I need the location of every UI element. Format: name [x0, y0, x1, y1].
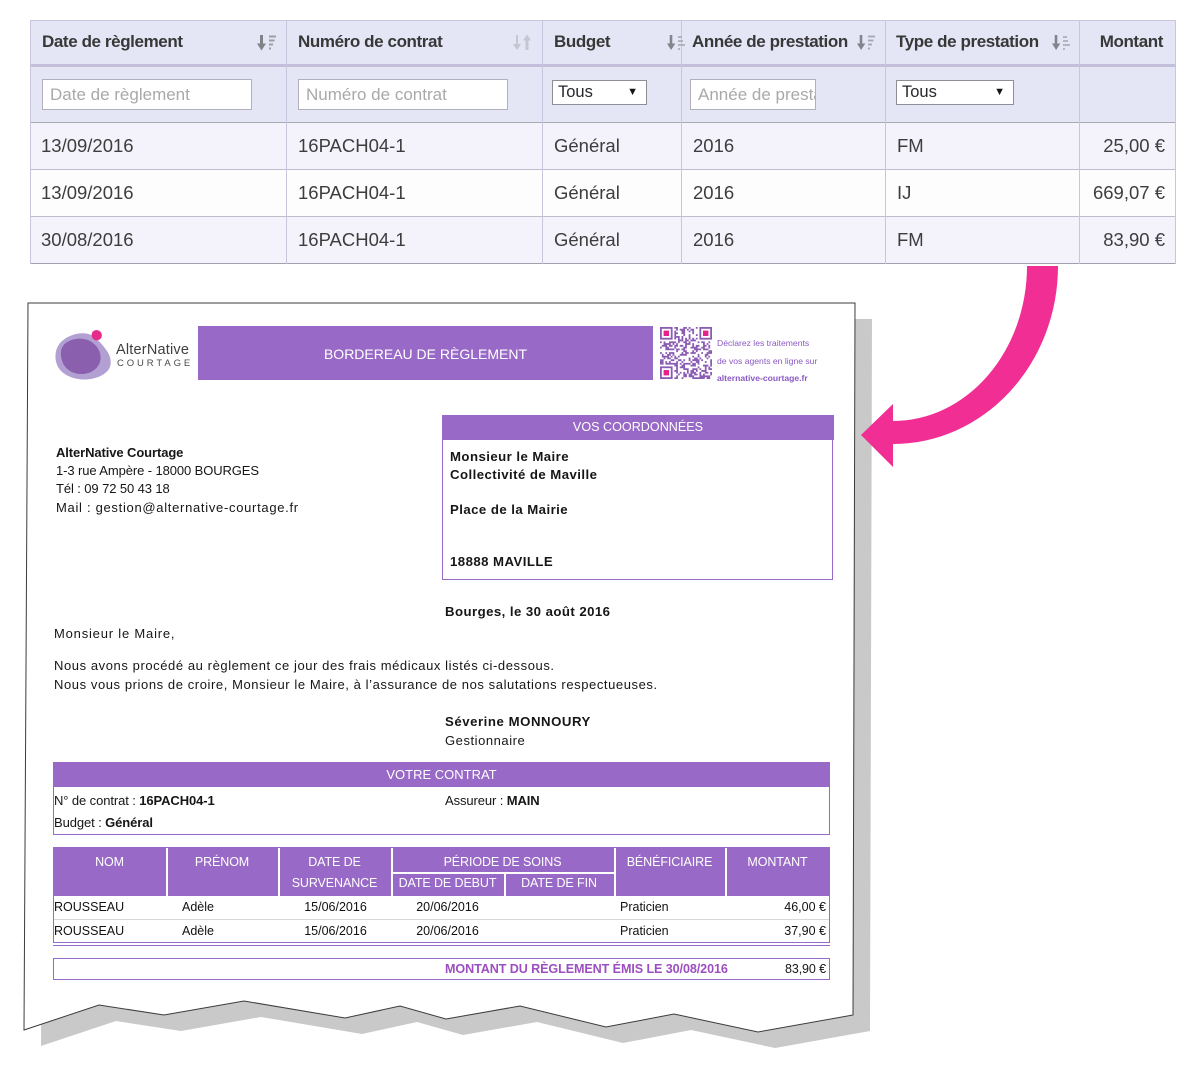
svg-text:COURTAGE: COURTAGE — [117, 358, 193, 369]
svg-text:AlterNative: AlterNative — [116, 342, 189, 358]
